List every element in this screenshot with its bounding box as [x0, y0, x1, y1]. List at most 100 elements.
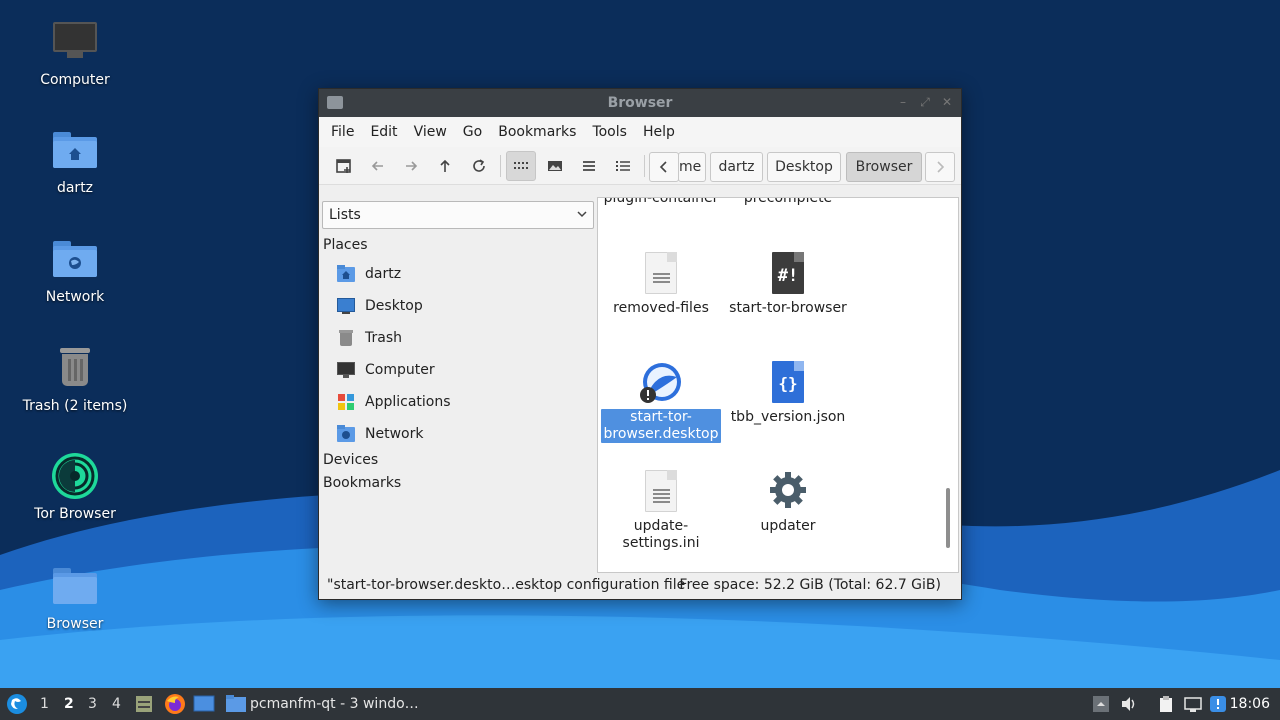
place-label: Computer: [365, 362, 435, 378]
trash-icon: [337, 329, 355, 347]
file-item-start-tor-browser-desktop[interactable]: start-tor-browser.desktop: [601, 361, 721, 443]
icon-view-button[interactable]: [506, 151, 536, 181]
desktop-icon-computer[interactable]: Computer: [5, 18, 145, 88]
side-pane-mode-select[interactable]: Lists: [322, 201, 594, 229]
file-manager-launcher[interactable]: [134, 694, 154, 714]
vertical-scrollbar[interactable]: [946, 488, 950, 548]
chevron-down-icon: [577, 211, 587, 218]
file-item-tbb-version-json[interactable]: {} tbb_version.json: [728, 361, 848, 426]
menu-help[interactable]: Help: [635, 124, 683, 140]
workspace-1[interactable]: 1: [40, 696, 49, 712]
update-notifier-button[interactable]: [1209, 695, 1227, 713]
place-label: Network: [365, 426, 424, 442]
menu-file[interactable]: File: [323, 124, 362, 140]
file-item-update-settings-ini[interactable]: update-settings.ini: [601, 470, 721, 552]
desktop-icon-label: Trash (2 items): [22, 398, 128, 414]
desktop-icon-tor-browser[interactable]: Tor Browser: [5, 452, 145, 522]
file-name: update-settings.ini: [622, 518, 700, 551]
file-item-precomplete[interactable]: precomplete: [728, 197, 848, 207]
detail-list-icon: [616, 161, 630, 171]
info-shield-icon: [1210, 696, 1226, 712]
taskbar: 1 2 3 4 pcmanfm-qt - 3 windo… 18:06: [0, 688, 1280, 720]
file-name: start-tor-browser: [729, 300, 847, 316]
volume-button[interactable]: [1120, 695, 1138, 713]
menu-bookmarks[interactable]: Bookmarks: [490, 124, 584, 140]
chevron-left-icon: [659, 161, 667, 173]
arrow-left-icon: [371, 161, 383, 171]
reload-button[interactable]: [464, 151, 494, 181]
place-label: Applications: [365, 394, 451, 410]
place-item-network[interactable]: Network: [337, 421, 423, 447]
workspace-3[interactable]: 3: [88, 696, 97, 712]
network-status-button[interactable]: [1184, 695, 1202, 713]
file-item-removed-files[interactable]: removed-files: [601, 252, 721, 317]
back-button[interactable]: [363, 151, 393, 181]
maximize-button[interactable]: ⤢: [919, 96, 931, 108]
side-pane-mode-label: Lists: [329, 207, 361, 223]
file-view[interactable]: plugin-container precomplete removed-fil…: [597, 197, 959, 573]
taskbar-clock[interactable]: 18:06: [1230, 696, 1270, 712]
show-desktop-button[interactable]: [193, 694, 215, 714]
gear-icon: [768, 470, 808, 514]
devices-section-header[interactable]: Devices: [323, 452, 378, 468]
toolbar: me dartz Desktop Browser: [319, 147, 961, 185]
new-tab-button[interactable]: [329, 151, 359, 181]
file-item-start-tor-browser[interactable]: #! start-tor-browser: [728, 252, 848, 317]
thumbnail-view-button[interactable]: [540, 151, 570, 181]
workspace-2[interactable]: 2: [64, 696, 74, 712]
clipboard-button[interactable]: [1157, 695, 1175, 713]
desktop-icon-trash[interactable]: Trash (2 items): [5, 344, 145, 414]
forward-button[interactable]: [396, 151, 426, 181]
bookmarks-section-header[interactable]: Bookmarks: [323, 475, 401, 491]
breadcrumb-scroll-right[interactable]: [925, 152, 955, 182]
detailed-view-button[interactable]: [608, 151, 638, 181]
menu-tools[interactable]: Tools: [584, 124, 635, 140]
minimize-button[interactable]: –: [897, 96, 909, 108]
start-menu-button[interactable]: [6, 693, 28, 715]
breadcrumb-label: dartz: [718, 159, 755, 175]
tray-expand-button[interactable]: [1092, 695, 1110, 713]
desktop-icon: [337, 297, 355, 315]
place-item-applications[interactable]: Applications: [337, 389, 451, 415]
file-item-plugin-container[interactable]: plugin-container: [601, 197, 721, 207]
breadcrumb-dartz[interactable]: dartz: [710, 152, 763, 182]
file-name: plugin-container: [603, 197, 719, 206]
json-file-icon: {}: [768, 361, 808, 405]
computer-icon: [337, 361, 355, 379]
desktop-icon-label: Tor Browser: [34, 506, 116, 522]
status-bar: "start-tor-browser.deskto…esktop configu…: [319, 573, 961, 599]
breadcrumb-desktop[interactable]: Desktop: [767, 152, 841, 182]
toolbar-separator: [500, 155, 501, 177]
desktop-icon-browser-folder[interactable]: Browser: [5, 562, 145, 632]
breadcrumb-home[interactable]: me: [678, 152, 706, 182]
place-item-trash[interactable]: Trash: [337, 325, 402, 351]
desktop-icon: [193, 695, 215, 712]
task-button-pcmanfm[interactable]: pcmanfm-qt - 3 windo…: [226, 692, 419, 716]
breadcrumb-scroll-left[interactable]: [649, 152, 679, 182]
lxqt-logo-icon: [7, 694, 27, 714]
desktop-icon-dartz[interactable]: dartz: [5, 126, 145, 196]
file-name: precomplete: [743, 197, 833, 206]
menu-view[interactable]: View: [406, 124, 455, 140]
place-item-desktop[interactable]: Desktop: [337, 293, 423, 319]
compact-view-button[interactable]: [574, 151, 604, 181]
window-titlebar[interactable]: Browser – ⤢ ✕: [319, 89, 961, 117]
menu-edit[interactable]: Edit: [362, 124, 405, 140]
place-item-computer[interactable]: Computer: [337, 357, 435, 383]
chevron-right-icon: [937, 161, 945, 173]
file-manager-window[interactable]: Browser – ⤢ ✕ File Edit View Go Bookmark…: [318, 88, 962, 600]
folder-icon: [226, 695, 246, 712]
firefox-launcher[interactable]: [164, 693, 186, 715]
close-button[interactable]: ✕: [941, 96, 953, 108]
places-section-header[interactable]: Places: [323, 237, 368, 253]
desktop-icon-network[interactable]: Network: [5, 235, 145, 305]
place-item-dartz[interactable]: dartz: [337, 261, 401, 287]
trash-icon: [51, 344, 99, 392]
up-button[interactable]: [430, 151, 460, 181]
new-tab-icon: [336, 159, 351, 173]
applications-icon: [337, 393, 355, 411]
menu-go[interactable]: Go: [455, 124, 490, 140]
file-item-updater[interactable]: updater: [728, 470, 848, 535]
workspace-4[interactable]: 4: [112, 696, 121, 712]
breadcrumb-browser[interactable]: Browser: [846, 152, 922, 182]
